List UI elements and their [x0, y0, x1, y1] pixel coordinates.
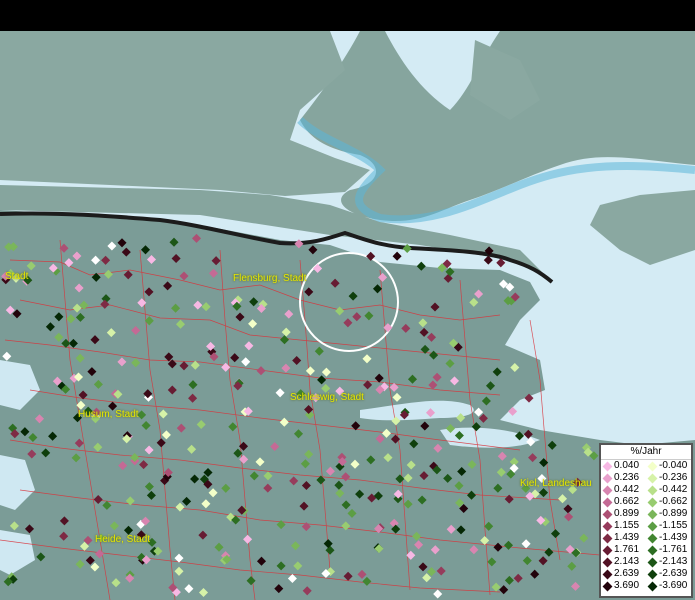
- legend-value: 1.761: [614, 544, 640, 555]
- legend-swatch: [602, 569, 613, 579]
- legend-swatch: [647, 473, 658, 483]
- legend-value: -3.690: [659, 580, 688, 591]
- legend-swatch: [602, 545, 613, 555]
- legend-value: -0.899: [659, 508, 688, 519]
- legend-value: 0.040: [614, 460, 640, 471]
- legend-value: -2.639: [659, 568, 688, 579]
- legend-swatch: [647, 557, 658, 567]
- legend-entry: -0.662: [646, 496, 691, 508]
- legend-swatch: [602, 581, 613, 591]
- legend-swatch: [647, 521, 658, 531]
- legend-entry: -2.143: [646, 556, 691, 568]
- legend-swatch: [647, 509, 658, 519]
- legend-entry: -2.639: [646, 568, 691, 580]
- legend-entry: -3.690: [646, 580, 691, 592]
- legend-entry: 2.639: [601, 568, 646, 580]
- legend-entry: 0.236: [601, 472, 646, 484]
- legend-value: 2.639: [614, 568, 640, 579]
- legend-swatch: [602, 509, 613, 519]
- legend-value: -0.236: [659, 472, 688, 483]
- legend-negative-column: -0.040 -0.236 -0.442 -0.662 -0.899 -1.155 -1.4…: [646, 460, 691, 592]
- legend-value: 1.155: [614, 520, 640, 531]
- legend-swatch: [647, 461, 658, 471]
- legend-title: %/Jahr: [601, 445, 691, 460]
- legend-value: 0.662: [614, 496, 640, 507]
- city-label: Kiel, Landeshau: [520, 478, 592, 489]
- legend-entry: -0.899: [646, 508, 691, 520]
- legend-value: -0.040: [659, 460, 688, 471]
- legend-entry: 0.899: [601, 508, 646, 520]
- map-canvas[interactable]: [0, 31, 695, 600]
- city-label: Husum, Stadt: [78, 409, 139, 420]
- legend-entry: -1.439: [646, 532, 691, 544]
- legend-swatch: [602, 461, 613, 471]
- legend-value: -1.761: [659, 544, 688, 555]
- legend-positive-column: 0.040 0.236 0.442 0.662 0.899 1.155 1.439 1.761…: [601, 460, 646, 592]
- legend-swatch: [647, 545, 658, 555]
- legend-swatch: [602, 533, 613, 543]
- map-legend: %/Jahr 0.040 0.236 0.442 0.662 0.899 1.155 1.4…: [599, 443, 693, 598]
- legend-swatch: [647, 485, 658, 495]
- legend-entry: 0.662: [601, 496, 646, 508]
- legend-entry: 0.442: [601, 484, 646, 496]
- legend-value: -2.143: [659, 556, 688, 567]
- legend-value: -0.442: [659, 484, 688, 495]
- legend-entry: -0.040: [646, 460, 691, 472]
- legend-value: 1.439: [614, 532, 640, 543]
- city-label: Heide, Stadt: [95, 534, 151, 545]
- legend-swatch: [602, 485, 613, 495]
- city-label: Flensburg, Stadt: [233, 273, 307, 284]
- legend-entry: 2.143: [601, 556, 646, 568]
- legend-value: 0.899: [614, 508, 640, 519]
- legend-value: -1.439: [659, 532, 688, 543]
- legend-entry: -0.442: [646, 484, 691, 496]
- legend-swatch: [647, 533, 658, 543]
- legend-entry: 1.439: [601, 532, 646, 544]
- legend-swatch: [647, 569, 658, 579]
- legend-entry: -0.236: [646, 472, 691, 484]
- legend-swatch: [647, 497, 658, 507]
- legend-value: -1.155: [659, 520, 688, 531]
- legend-value: 3.690: [614, 580, 640, 591]
- legend-entry: 0.040: [601, 460, 646, 472]
- city-label: Schleswig, Stadt: [290, 392, 364, 403]
- legend-value: 0.442: [614, 484, 640, 495]
- legend-entry: -1.155: [646, 520, 691, 532]
- legend-swatch: [602, 497, 613, 507]
- legend-swatch: [602, 557, 613, 567]
- legend-value: -0.662: [659, 496, 688, 507]
- legend-swatch: [647, 581, 658, 591]
- city-label: Stadt: [5, 271, 29, 282]
- legend-entry: -1.761: [646, 544, 691, 556]
- legend-value: 0.236: [614, 472, 640, 483]
- legend-entry: 3.690: [601, 580, 646, 592]
- legend-swatch: [602, 521, 613, 531]
- legend-value: 2.143: [614, 556, 640, 567]
- legend-swatch: [602, 473, 613, 483]
- legend-entry: 1.155: [601, 520, 646, 532]
- legend-entry: 1.761: [601, 544, 646, 556]
- top-black-bar: [0, 0, 695, 31]
